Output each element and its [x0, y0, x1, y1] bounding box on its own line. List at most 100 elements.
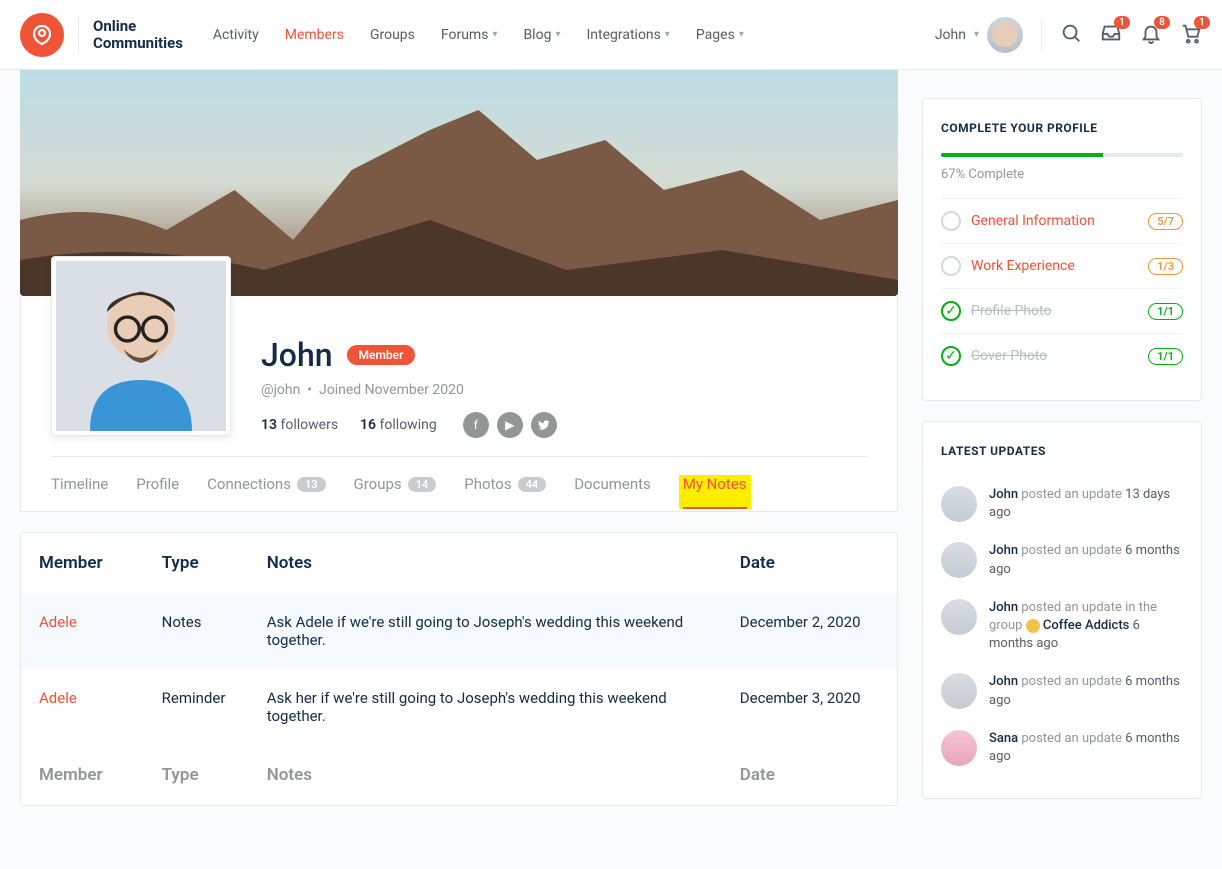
chevron-down-icon: ▾ [974, 29, 979, 40]
display-name: John [261, 336, 333, 374]
tab-connections[interactable]: Connections13 [207, 475, 325, 511]
table-header-row: Member Type Notes Date [21, 533, 897, 593]
nav-forums[interactable]: Forums ▾ [441, 27, 498, 43]
tf-date: Date [722, 745, 897, 805]
avatar [941, 730, 977, 766]
tab-my-notes[interactable]: My Notes [683, 475, 747, 509]
profile-task[interactable]: ✓ Cover Photo 1/1 [941, 333, 1183, 378]
th-date[interactable]: Date [722, 533, 897, 593]
update-item[interactable]: John posted an update 13 days ago [941, 476, 1183, 532]
note-text: Ask Adele if we're still going to Joseph… [249, 593, 722, 669]
youtube-icon[interactable]: ▶ [497, 412, 523, 438]
note-date: December 2, 2020 [722, 593, 897, 669]
inbox-icon[interactable]: 1 [1100, 22, 1122, 48]
notes-table: Member Type Notes Date Adele Notes Ask A… [21, 533, 897, 805]
logo-text: Online Communities [93, 18, 183, 51]
note-member-link[interactable]: Adele [39, 689, 77, 707]
site-logo[interactable]: Online Communities [20, 13, 183, 57]
task-name: Work Experience [971, 258, 1138, 274]
nav-blog[interactable]: Blog ▾ [523, 27, 560, 43]
tf-type: Type [144, 745, 249, 805]
nav-groups[interactable]: Groups [370, 27, 415, 43]
tab-photos[interactable]: Photos44 [464, 475, 546, 511]
tab-timeline[interactable]: Timeline [51, 475, 108, 511]
th-type[interactable]: Type [144, 533, 249, 593]
avatar [987, 17, 1023, 53]
cart-badge: 1 [1194, 16, 1210, 29]
table-footer-row: Member Type Notes Date [21, 745, 897, 805]
profile-task[interactable]: ✓ Profile Photo 1/1 [941, 288, 1183, 333]
profile-task[interactable]: Work Experience 1/3 [941, 243, 1183, 288]
notes-card: Member Type Notes Date Adele Notes Ask A… [20, 532, 898, 806]
update-item[interactable]: John posted an update in the group Coffe… [941, 589, 1183, 664]
bell-badge: 8 [1154, 16, 1170, 29]
circle-icon [941, 211, 961, 231]
following-stat[interactable]: 16 following [360, 417, 437, 433]
note-text: Ask her if we're still going to Joseph's… [249, 669, 722, 745]
profile-tabs: Timeline Profile Connections13 Groups14 … [51, 456, 867, 511]
task-count: 5/7 [1148, 213, 1183, 230]
complete-profile-card: COMPLETE YOUR PROFILE 67% Complete Gener… [922, 98, 1202, 401]
inbox-badge: 1 [1114, 16, 1130, 29]
table-row: Adele Reminder Ask her if we're still go… [21, 669, 897, 745]
check-circle-icon: ✓ [941, 346, 961, 366]
main-nav: Activity Members Groups Forums ▾ Blog ▾ … [213, 27, 744, 43]
nav-integrations[interactable]: Integrations ▾ [586, 27, 669, 43]
update-user[interactable]: Sana [989, 731, 1018, 746]
th-member[interactable]: Member [21, 533, 144, 593]
circle-icon [941, 256, 961, 276]
user-handle: @john [261, 382, 300, 398]
update-user[interactable]: John [989, 543, 1018, 558]
update-item[interactable]: John posted an update 6 months ago [941, 663, 1183, 719]
member-badge: Member [347, 345, 416, 365]
nav-members[interactable]: Members [285, 27, 344, 43]
latest-updates-card: LATEST UPDATES John posted an update 13 … [922, 421, 1202, 799]
update-action: posted an update [1018, 543, 1125, 558]
update-user[interactable]: John [989, 674, 1018, 689]
update-action: posted an update [1018, 674, 1125, 689]
update-user[interactable]: John [989, 487, 1018, 502]
note-date: December 3, 2020 [722, 669, 897, 745]
table-row: Adele Notes Ask Adele if we're still goi… [21, 593, 897, 669]
nav-activity[interactable]: Activity [213, 27, 259, 43]
chevron-down-icon: ▾ [555, 29, 560, 40]
tab-profile[interactable]: Profile [136, 475, 179, 511]
profile-task[interactable]: General Information 5/7 [941, 198, 1183, 243]
nav-pages[interactable]: Pages ▾ [696, 27, 744, 43]
update-action: posted an update [1018, 487, 1125, 502]
joined-date: Joined November 2020 [319, 382, 464, 398]
bell-icon[interactable]: 8 [1140, 22, 1162, 48]
update-action: posted an update [1018, 731, 1125, 746]
note-type: Reminder [144, 669, 249, 745]
check-circle-icon: ✓ [941, 301, 961, 321]
tf-member: Member [21, 745, 144, 805]
user-menu[interactable]: John ▾ [935, 17, 1023, 53]
facebook-icon[interactable]: f [463, 412, 489, 438]
th-notes[interactable]: Notes [249, 533, 722, 593]
avatar [941, 542, 977, 578]
followers-stat[interactable]: 13 followers [261, 417, 338, 433]
chevron-down-icon: ▾ [665, 29, 670, 40]
twitter-icon[interactable] [531, 412, 557, 438]
note-member-link[interactable]: Adele [39, 613, 77, 631]
avatar [941, 486, 977, 522]
avatar [941, 673, 977, 709]
tab-groups[interactable]: Groups14 [354, 475, 437, 511]
cart-icon[interactable]: 1 [1180, 22, 1202, 48]
search-icon[interactable] [1060, 22, 1082, 48]
tf-notes: Notes [249, 745, 722, 805]
tab-documents[interactable]: Documents [574, 475, 651, 511]
update-user[interactable]: John [989, 600, 1018, 615]
task-count: 1/1 [1148, 303, 1183, 320]
task-count: 1/3 [1148, 258, 1183, 275]
update-item[interactable]: John posted an update 6 months ago [941, 532, 1183, 588]
task-name: Cover Photo [971, 348, 1138, 364]
site-header: Online Communities Activity Members Grou… [0, 0, 1222, 70]
task-name: Profile Photo [971, 303, 1138, 319]
progress-label: 67% Complete [941, 167, 1183, 182]
update-item[interactable]: Sana posted an update 6 months ago [941, 720, 1183, 776]
logo-mark-icon [20, 13, 64, 57]
complete-profile-title: COMPLETE YOUR PROFILE [941, 121, 1183, 135]
profile-avatar[interactable] [51, 256, 231, 436]
avatar [941, 599, 977, 635]
